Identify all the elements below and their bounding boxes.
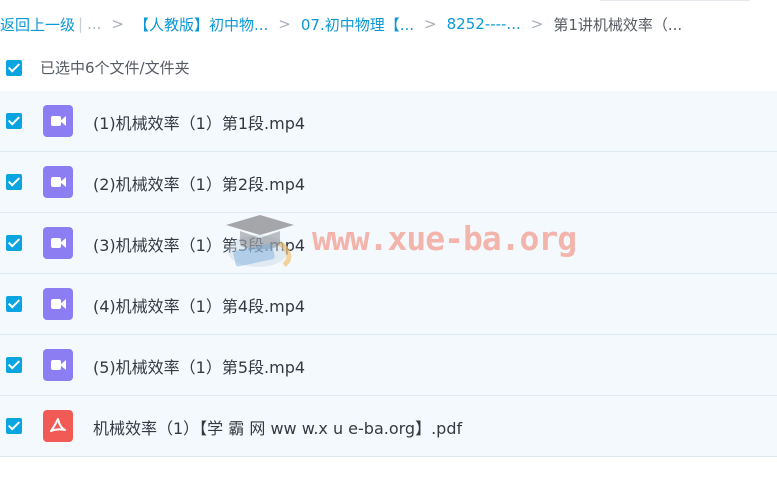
file-name[interactable]: 机械效率（1）【学 霸 网 ww w.x u e-ba.org】.pdf	[93, 415, 462, 439]
breadcrumb-pipe: |	[78, 15, 84, 33]
video-file-icon	[43, 349, 73, 381]
breadcrumb-item-3[interactable]: 8252----...	[447, 15, 521, 33]
file-row[interactable]: (4)机械效率（1）第4段.mp4	[0, 274, 777, 335]
row-checkbox[interactable]	[6, 296, 22, 312]
breadcrumb-item-2[interactable]: 07.初中物理【...	[301, 14, 414, 35]
pdf-file-icon	[43, 410, 73, 442]
selection-count-text: 已选中6个文件/文件夹	[40, 59, 190, 77]
file-name[interactable]: (3)机械效率（1）第3段.mp4	[93, 232, 305, 256]
row-checkbox[interactable]	[6, 235, 22, 251]
breadcrumb: 返回上一级 | ... > 【人教版】初中物... > 07.初中物理【... …	[0, 12, 777, 36]
breadcrumb-ellipsis[interactable]: ...	[87, 15, 101, 33]
file-row[interactable]: (1)机械效率（1）第1段.mp4	[0, 91, 777, 152]
video-file-icon	[43, 227, 73, 259]
file-row[interactable]: (5)机械效率（1）第5段.mp4	[0, 335, 777, 396]
breadcrumb-item-1[interactable]: 【人教版】初中物...	[134, 14, 268, 35]
back-link[interactable]: 返回上一级	[0, 14, 75, 35]
row-checkbox[interactable]	[6, 418, 22, 434]
breadcrumb-separator: >	[111, 15, 124, 33]
breadcrumb-separator: >	[530, 15, 544, 33]
breadcrumb-separator: >	[278, 15, 291, 33]
select-all-checkbox[interactable]	[6, 60, 22, 76]
file-name[interactable]: (1)机械效率（1）第1段.mp4	[93, 110, 305, 134]
file-row[interactable]: (3)机械效率（1）第3段.mp4	[0, 213, 777, 274]
selection-bar: 已选中6个文件/文件夹	[0, 52, 777, 84]
file-row[interactable]: 机械效率（1）【学 霸 网 ww w.x u e-ba.org】.pdf	[0, 396, 777, 457]
row-checkbox[interactable]	[6, 174, 22, 190]
file-list: (1)机械效率（1）第1段.mp4 (2)机械效率（1）第2段.mp4 (3)机…	[0, 91, 777, 457]
video-file-icon	[43, 105, 73, 137]
row-checkbox[interactable]	[6, 357, 22, 373]
breadcrumb-separator: >	[424, 15, 437, 33]
breadcrumb-current: 第1讲机械效率（...	[553, 15, 683, 34]
video-file-icon	[43, 288, 73, 320]
file-row[interactable]: (2)机械效率（1）第2段.mp4	[0, 152, 777, 213]
file-name[interactable]: (5)机械效率（1）第5段.mp4	[93, 354, 305, 378]
video-file-icon	[43, 166, 73, 198]
top-divider	[600, 0, 750, 1]
file-name[interactable]: (4)机械效率（1）第4段.mp4	[93, 293, 305, 317]
row-checkbox[interactable]	[6, 113, 22, 129]
file-name[interactable]: (2)机械效率（1）第2段.mp4	[93, 171, 305, 195]
